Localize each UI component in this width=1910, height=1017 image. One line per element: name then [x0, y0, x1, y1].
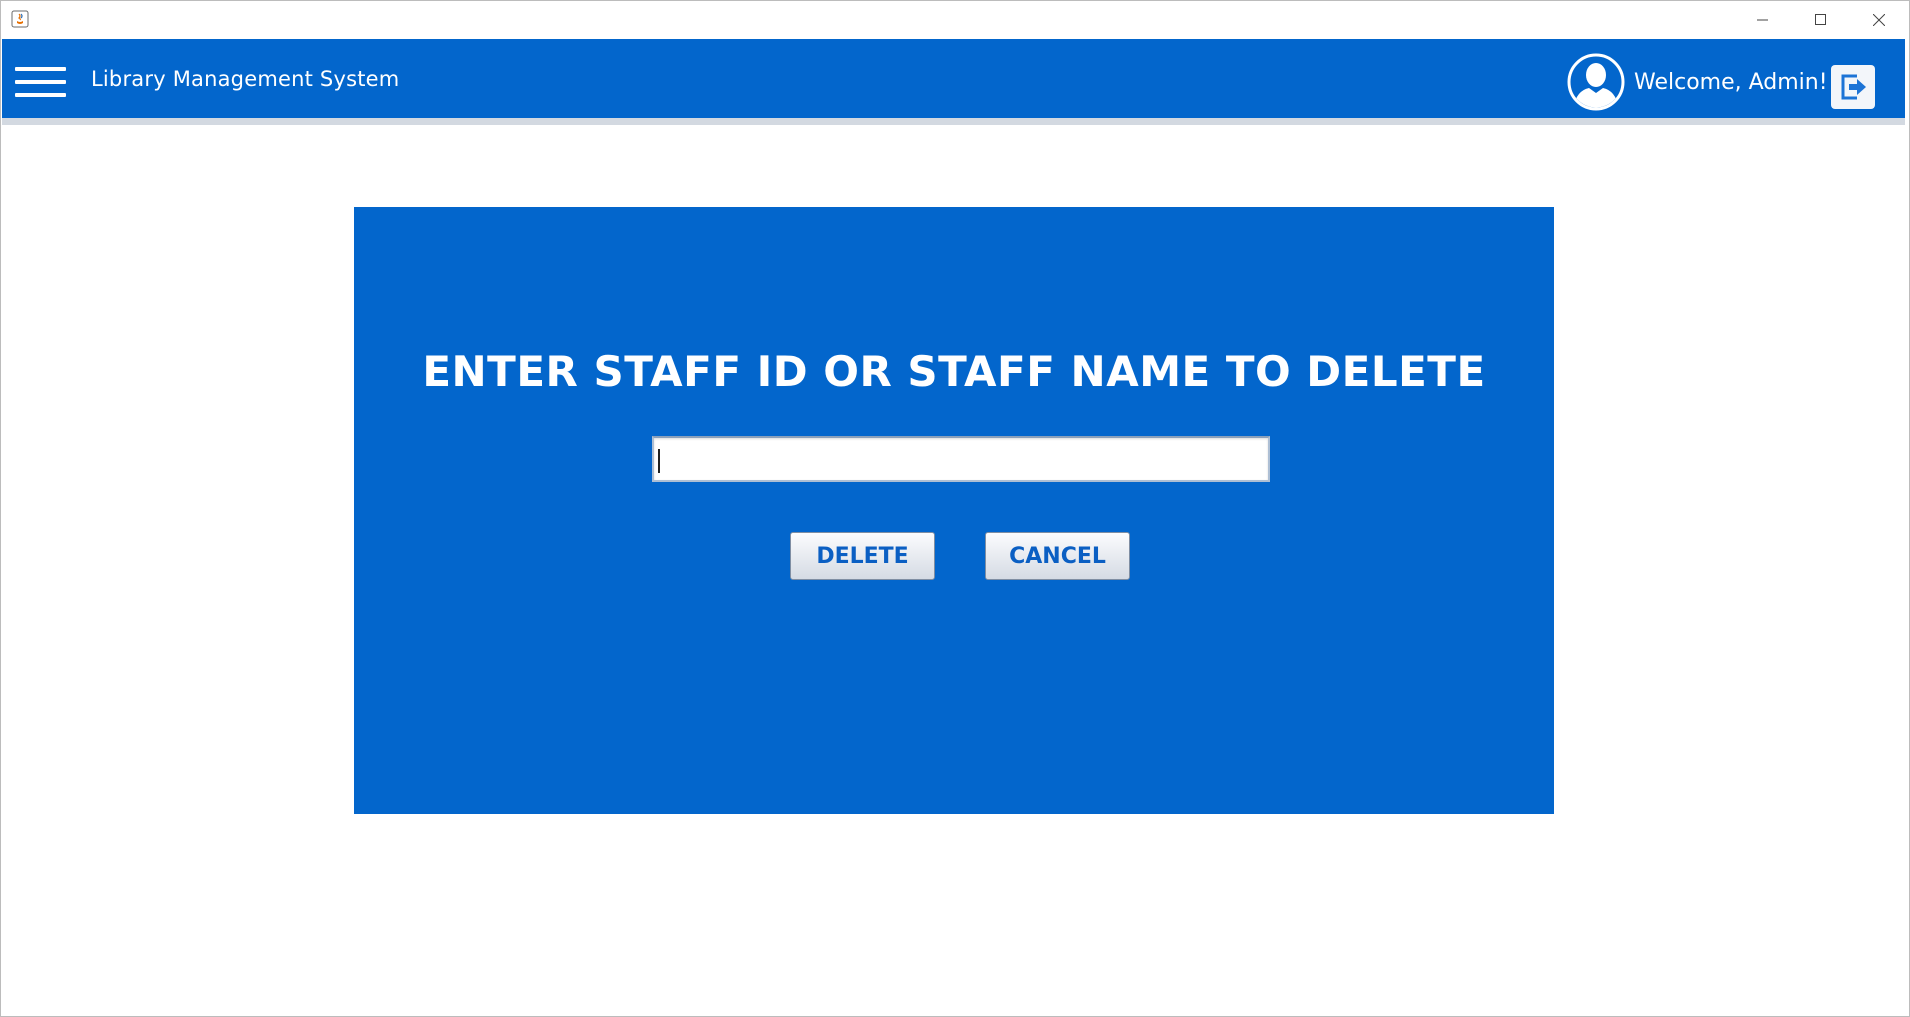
- welcome-text: Welcome, Admin!: [1634, 70, 1828, 95]
- logout-button[interactable]: [1831, 65, 1875, 109]
- staff-search-input[interactable]: [652, 436, 1270, 482]
- user-avatar-icon: [1567, 53, 1625, 111]
- close-button[interactable]: [1850, 1, 1908, 38]
- window-titlebar: [1, 1, 1909, 38]
- hamburger-menu-icon: [15, 67, 66, 71]
- app-title: Library Management System: [91, 67, 400, 91]
- delete-button[interactable]: DELETE: [790, 532, 935, 580]
- header-divider: [2, 118, 1905, 125]
- java-app-icon: [11, 10, 29, 28]
- panel-heading: ENTER STAFF ID OR STAFF NAME TO DELETE: [422, 347, 1486, 396]
- hamburger-line: [15, 80, 66, 84]
- minimize-icon: [1757, 19, 1768, 20]
- cancel-button[interactable]: CANCEL: [985, 532, 1130, 580]
- hamburger-line: [15, 93, 66, 97]
- menu-button[interactable]: [15, 64, 66, 100]
- maximize-icon: [1815, 13, 1826, 25]
- close-icon: [1873, 13, 1885, 26]
- maximize-button[interactable]: [1792, 1, 1850, 38]
- text-caret: [658, 449, 660, 473]
- logout-icon: [1841, 74, 1866, 100]
- delete-staff-panel: ENTER STAFF ID OR STAFF NAME TO DELETE D…: [354, 207, 1554, 814]
- minimize-button[interactable]: [1734, 1, 1792, 38]
- app-window: Library Management System Welcome, Admin…: [0, 0, 1910, 1017]
- app-header: Library Management System Welcome, Admin…: [2, 39, 1905, 118]
